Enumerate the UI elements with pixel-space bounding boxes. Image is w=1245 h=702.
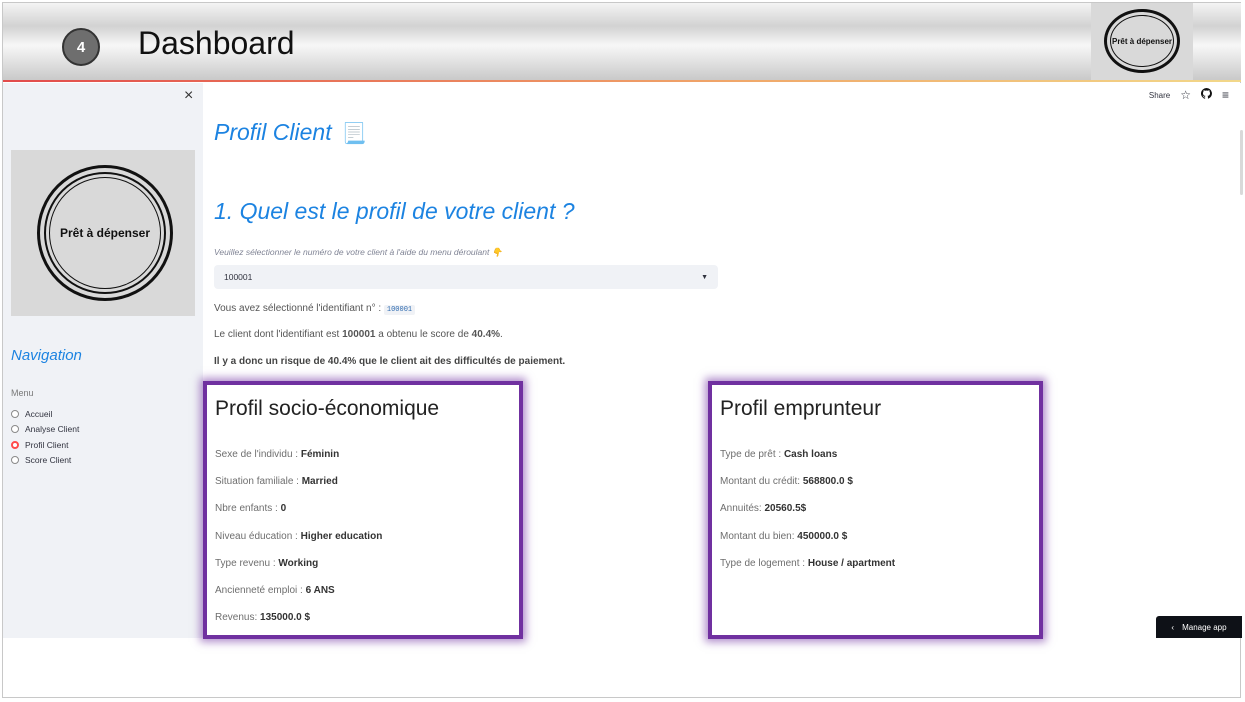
hamburger-menu-icon[interactable]: ≡	[1222, 88, 1229, 102]
page-facing-up-icon: 📃	[341, 123, 367, 145]
socio-row-anciennete: Ancienneté emploi : 6 ANS	[215, 585, 382, 612]
radio-dot-icon	[11, 456, 19, 465]
borrower-row-montant-credit: Montant du crédit: 568800.0 $	[720, 476, 895, 503]
row-label: Type de prêt :	[720, 449, 784, 460]
row-label: Nbre enfants :	[215, 503, 281, 515]
header-logo-text: Prêt à dépenser	[1111, 36, 1173, 46]
score-line-suffix: .	[500, 329, 503, 340]
row-label: Sexe de l'individu :	[215, 449, 301, 460]
menu-radio-group: Accueil Analyse Client Profil Client Sco…	[11, 406, 79, 468]
radio-label: Profil Client	[25, 439, 69, 450]
socio-row-sexe: Sexe de l'individu : Féminin	[215, 449, 382, 476]
selected-id-line: Vous avez sélectionné l'identifiant n° :…	[214, 303, 416, 315]
chevron-down-icon: ▼	[701, 273, 708, 281]
manage-app-label: Manage app	[1182, 622, 1227, 632]
row-value: Féminin	[300, 449, 340, 460]
radio-dot-icon	[11, 425, 19, 434]
row-value: Working	[278, 557, 319, 569]
socio-row-revenu-type: Type revenu : Working	[215, 558, 382, 585]
row-label: Type de logement :	[720, 557, 808, 569]
row-label: Revenus:	[215, 612, 261, 624]
risk-line: Il y a donc un risque de 40.4% que le cl…	[214, 356, 566, 367]
borrower-profile-title: Profil emprunteur	[720, 397, 882, 420]
sidebar: × Prêt à dépenser Navigation Menu Accuei…	[3, 83, 203, 638]
radio-selected-dot-icon	[11, 440, 19, 449]
slide-title: Dashboard	[138, 25, 295, 61]
row-label: Situation familiale :	[215, 476, 302, 488]
selected-id-prefix: Vous avez sélectionné l'identifiant n° :	[214, 303, 384, 314]
socio-profile-rows: Sexe de l'individu : Féminin Situation f…	[215, 449, 382, 639]
slide-number-badge: 4	[62, 28, 100, 66]
slide-header: 4 Dashboard	[3, 3, 1241, 80]
page-title: Profil Client 📃	[214, 119, 367, 146]
row-value: Married	[301, 476, 338, 488]
socio-row-revenus: Revenus: 135000.0 $	[215, 612, 382, 639]
row-value: 135000.0 $	[260, 612, 311, 624]
score-client-id: 100001	[342, 329, 376, 340]
navigation-title: Navigation	[11, 347, 82, 364]
client-id-select[interactable]: 100001 ▼	[214, 265, 718, 289]
sidebar-logo-box: Prêt à dépenser	[11, 150, 195, 316]
github-icon[interactable]	[1200, 88, 1212, 102]
radio-dot-icon	[11, 409, 19, 418]
main-scrollbar[interactable]	[1240, 130, 1243, 195]
row-value: 20560.5$	[764, 503, 807, 515]
score-line-prefix: Le client dont l'identifiant est	[214, 329, 343, 340]
row-label: Ancienneté emploi :	[215, 584, 306, 596]
radio-label: Score Client	[25, 455, 72, 466]
radio-accueil[interactable]: Accueil	[11, 406, 79, 422]
row-label: Montant du bien:	[720, 530, 798, 542]
row-value: 6 ANS	[305, 584, 335, 596]
question-title: 1. Quel est le profil de votre client ?	[214, 198, 575, 224]
radio-label: Analyse Client	[25, 424, 80, 435]
row-value: 0	[280, 503, 287, 515]
socio-row-enfants: Nbre enfants : 0	[215, 503, 382, 530]
row-label: Type revenu :	[215, 557, 279, 569]
radio-profil-client[interactable]: Profil Client	[11, 437, 79, 453]
socio-economic-profile-card: Profil socio-économique Sexe de l'indivi…	[203, 381, 523, 639]
row-value: Cash loans	[783, 449, 838, 460]
close-sidebar-icon[interactable]: ×	[184, 87, 193, 105]
header-logo-box: Prêt à dépenser	[1091, 3, 1193, 80]
borrower-row-logement: Type de logement : House / apartment	[720, 558, 895, 585]
row-value: Higher education	[300, 530, 383, 542]
radio-label: Accueil	[25, 408, 53, 419]
row-value: 450000.0 $	[797, 530, 848, 542]
manage-app-button[interactable]: ‹ Manage app	[1156, 616, 1242, 638]
borrower-row-annuites: Annuités: 20560.5$	[720, 503, 895, 530]
page-title-text: Profil Client	[214, 119, 332, 145]
app-toolbar: Share ☆ ≡	[1149, 88, 1229, 102]
socio-row-situation: Situation familiale : Married	[215, 476, 382, 503]
borrower-profile-rows: Type de prêt : Cash loans Montant du cré…	[720, 449, 895, 585]
row-label: Niveau éducation :	[215, 530, 301, 542]
star-icon[interactable]: ☆	[1180, 88, 1191, 102]
borrower-row-type-pret: Type de prêt : Cash loans	[720, 449, 895, 476]
radio-score-client[interactable]: Score Client	[11, 453, 79, 469]
score-line: Le client dont l'identifiant est 100001 …	[214, 329, 503, 340]
borrower-row-montant-bien: Montant du bien: 450000.0 $	[720, 531, 895, 558]
radio-analyse-client[interactable]: Analyse Client	[11, 422, 79, 438]
score-line-middle: a obtenu le score de	[375, 329, 472, 340]
row-value: House / apartment	[807, 557, 896, 569]
row-value: 568800.0 $	[802, 476, 853, 488]
sidebar-logo: Prêt à dépenser	[37, 165, 173, 301]
menu-label: Menu	[11, 388, 34, 398]
row-label: Montant du crédit:	[720, 476, 803, 488]
header-logo: Prêt à dépenser	[1104, 9, 1180, 73]
selected-id-code: 100001	[383, 305, 416, 315]
main-content: Share ☆ ≡ Profil Client 📃 1. Quel est le …	[203, 83, 1241, 639]
select-hint: Veuillez sélectionner le numéro de votre…	[214, 247, 503, 257]
sidebar-logo-text: Prêt à dépenser	[59, 226, 151, 240]
row-label: Annuités:	[720, 503, 765, 515]
header-divider	[3, 80, 1241, 82]
socio-row-education: Niveau éducation : Higher education	[215, 531, 382, 558]
chevron-left-icon: ‹	[1171, 622, 1175, 632]
share-button[interactable]: Share	[1149, 91, 1170, 100]
select-value: 100001	[224, 272, 253, 282]
socio-profile-title: Profil socio-économique	[215, 397, 440, 420]
borrower-profile-card: Profil emprunteur Type de prêt : Cash lo…	[708, 381, 1043, 639]
score-value: 40.4%	[471, 329, 501, 340]
